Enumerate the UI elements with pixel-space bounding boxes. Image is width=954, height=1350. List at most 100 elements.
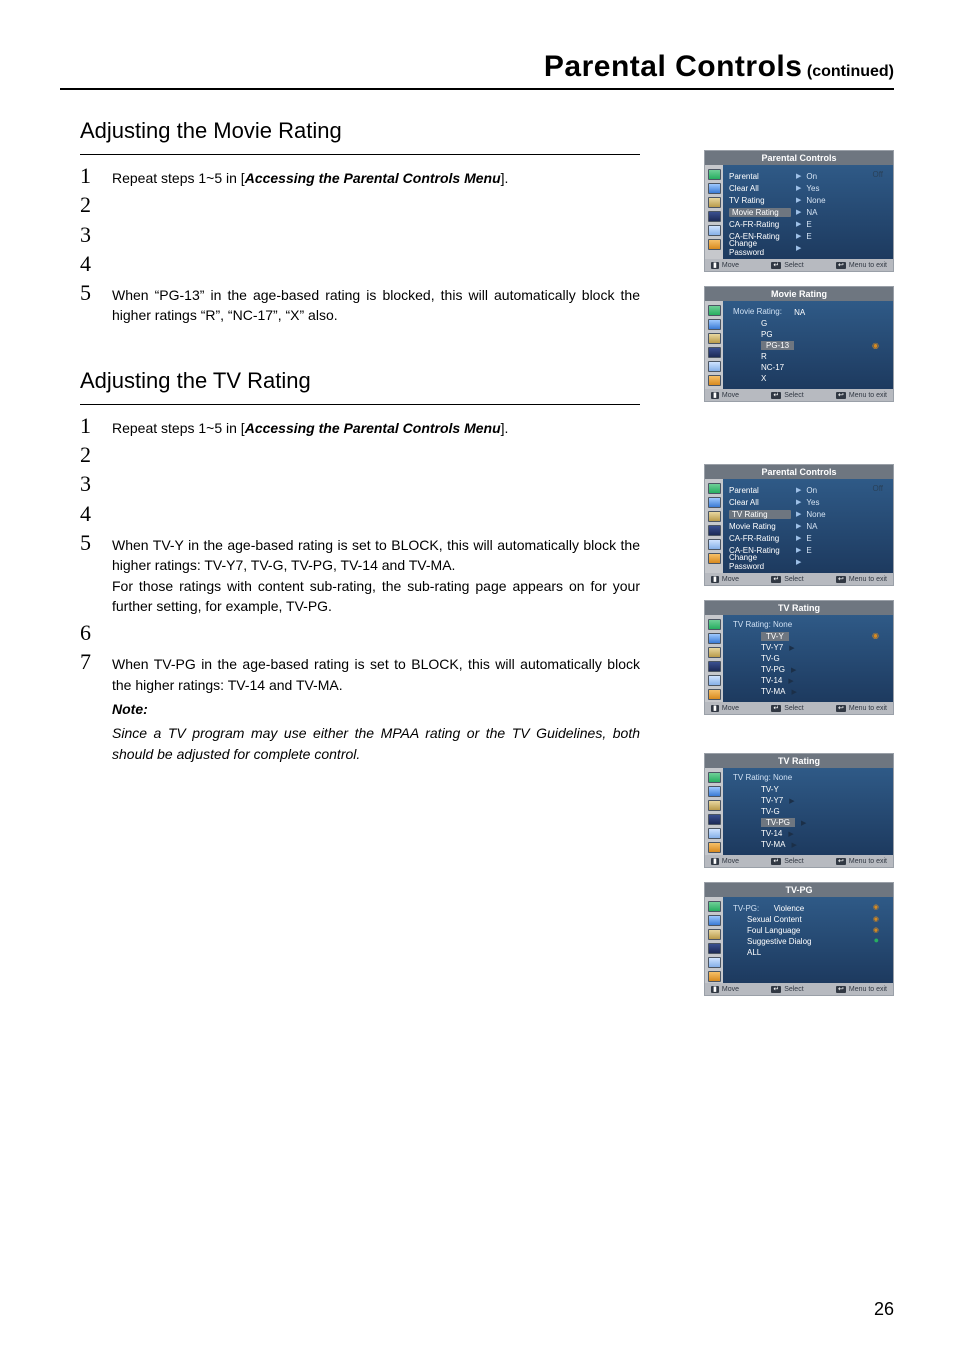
list-leader: TV-PG:	[733, 904, 759, 913]
step-number: 6	[80, 622, 98, 644]
key-icon: ↵	[771, 705, 781, 712]
row-label: Parental	[729, 486, 791, 495]
osd-parental-controls-tv: Parental Controls Off Parental▶On Clear …	[704, 464, 894, 586]
arrow-icon: ▶	[796, 208, 801, 216]
osd-parental-controls-movie: Parental Controls Off Parental▶On Clear …	[704, 150, 894, 272]
list-item: NA	[794, 308, 805, 317]
step-row: 1 Repeat steps 1~5 in [Accessing the Par…	[80, 415, 640, 438]
step-text: Repeat steps 1~5 in [Accessing the Paren…	[112, 418, 640, 438]
footer-exit: Menu to exit	[849, 986, 887, 993]
radio-icon: ◉	[873, 903, 879, 911]
menu-icon	[708, 497, 721, 508]
step-number: 1	[80, 165, 98, 187]
step-number: 7	[80, 651, 98, 673]
step-text: When TV-Y in the age-based rating is set…	[112, 535, 640, 616]
list-item: TV-G	[761, 807, 780, 816]
row-label: Change Password	[729, 553, 791, 571]
menu-icon	[708, 553, 721, 564]
menu-icon	[708, 971, 721, 982]
step-row: 2	[80, 444, 640, 467]
osd-icon-strip	[705, 768, 723, 855]
osd-icon-strip	[705, 479, 723, 573]
list-item: TV-Y7	[761, 643, 783, 652]
key-icon: ▮	[711, 576, 719, 583]
list-item: NC-17	[761, 363, 784, 372]
list-item: TV-14	[761, 676, 782, 685]
menu-icon	[708, 929, 721, 940]
step-row: 5 When “PG-13” in the age-based rating i…	[80, 282, 640, 326]
menu-icon	[708, 647, 721, 658]
osd-footer: ▮Move ↵Select ↩Menu to exit	[705, 389, 893, 401]
row-value: E	[806, 220, 811, 229]
menu-icon	[708, 915, 721, 926]
step-row: 6	[80, 622, 640, 645]
row-value: E	[806, 534, 811, 543]
emphasis: Accessing the Parental Controls Menu	[245, 170, 501, 186]
list-item-selected: TV-PG	[761, 818, 795, 827]
menu-icon	[708, 305, 721, 316]
radio-icon: ◉	[872, 631, 879, 640]
key-icon: ▮	[711, 262, 719, 269]
osd-footer: ▮Move ↵Select ↩Menu to exit	[705, 259, 893, 271]
list-item-selected: PG-13	[761, 341, 794, 350]
arrow-icon: ▶	[796, 522, 801, 530]
step-number: 1	[80, 415, 98, 437]
menu-icon	[708, 689, 721, 700]
content-column: Adjusting the Movie Rating 1 Repeat step…	[80, 110, 640, 765]
osd-panel: Off Parental▶On Clear All▶Yes TV Rating▶…	[723, 479, 893, 573]
menu-icon	[708, 333, 721, 344]
list-item: Violence	[774, 904, 805, 913]
osd-title: Movie Rating	[705, 287, 893, 301]
menu-icon	[708, 483, 721, 494]
step-row: 3	[80, 224, 640, 247]
list-item: G	[761, 319, 767, 328]
step-number: 5	[80, 532, 98, 554]
arrow-icon: ▶	[796, 244, 801, 252]
list-item: Foul Language	[747, 926, 800, 935]
osd-icon-strip	[705, 301, 723, 389]
osd-icon-strip	[705, 615, 723, 702]
arrow-icon: ▶	[796, 232, 801, 240]
menu-icon	[708, 375, 721, 386]
menu-icon	[708, 786, 721, 797]
arrow-icon: ▶	[789, 644, 794, 652]
osd-title: Parental Controls	[705, 465, 893, 479]
row-label: CA-FR-Rating	[729, 220, 791, 229]
footer-move: Move	[722, 986, 739, 993]
list-item: ALL	[747, 948, 761, 957]
key-icon: ↩	[836, 858, 846, 865]
step-number: 3	[80, 473, 98, 495]
radio-icon: ◉	[873, 926, 879, 934]
step-row: 5 When TV-Y in the age-based rating is s…	[80, 532, 640, 616]
off-label: Off	[872, 484, 883, 493]
menu-icon	[708, 225, 721, 236]
step-row: 4	[80, 253, 640, 276]
step-row: 2	[80, 194, 640, 217]
t: ].	[501, 170, 509, 186]
osd-tv-rating-1: TV Rating ◉ TV Rating: None TV-Y TV-Y7▶ …	[704, 600, 894, 715]
key-icon: ↩	[836, 262, 846, 269]
t: Repeat steps 1~5 in [	[112, 170, 245, 186]
step-row: 7 When TV-PG in the age-based rating is …	[80, 651, 640, 695]
list-leader: TV Rating: None	[733, 773, 887, 782]
step-text	[112, 625, 640, 645]
radio-icon: ◉	[873, 915, 879, 923]
note-label: Note:	[112, 701, 640, 717]
arrow-icon: ▶	[796, 534, 801, 542]
row-label: TV Rating	[729, 196, 791, 205]
key-icon: ↵	[771, 576, 781, 583]
menu-icon	[708, 619, 721, 630]
menu-icon	[708, 183, 721, 194]
osd-panel: Off Parental▶On Clear All▶Yes TV Rating▶…	[723, 165, 893, 259]
row-value: None	[806, 196, 825, 205]
row-label-selected: TV Rating	[729, 510, 791, 519]
list-item: TV-14	[761, 829, 782, 838]
footer-exit: Menu to exit	[849, 392, 887, 399]
emphasis: Accessing the Parental Controls Menu	[245, 420, 501, 436]
osd-panel: ◉ Movie Rating: NA G PG PG-13 R NC-17 X	[723, 301, 893, 389]
arrow-icon: ▶	[788, 677, 793, 685]
row-label: Movie Rating	[729, 522, 791, 531]
arrow-icon: ▶	[796, 558, 801, 566]
list-item: Sexual Content	[747, 915, 802, 924]
row-label: Clear All	[729, 498, 791, 507]
